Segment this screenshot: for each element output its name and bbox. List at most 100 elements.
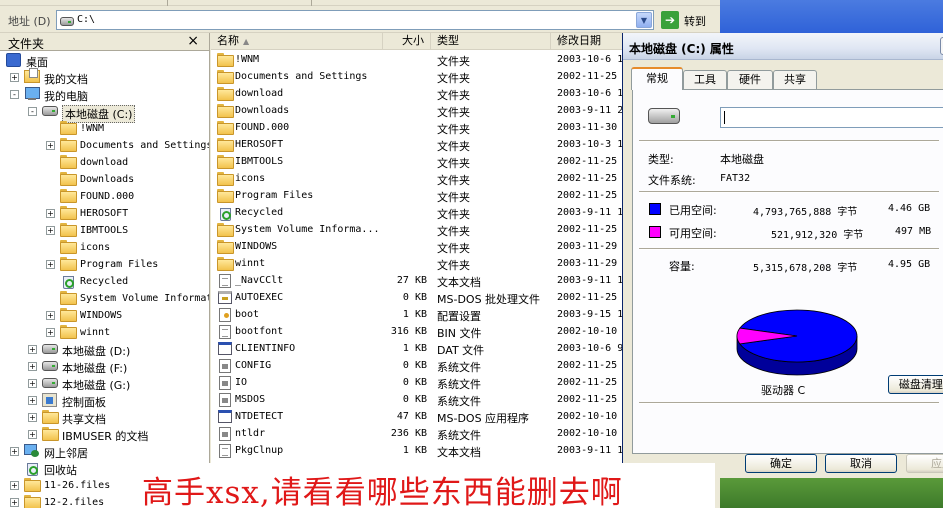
tree-item[interactable]: - 本地磁盘 (C:) (0, 103, 209, 123)
table-row[interactable]: CLIENTINFO 1 KB DAT 文件 2003-10-6 9 (211, 340, 622, 357)
collapse-icon[interactable]: - (10, 90, 19, 99)
bin-file-icon (219, 325, 231, 339)
tree-item[interactable]: + 共享文档 (0, 409, 209, 426)
tree-item[interactable]: + HEROSOFT (0, 205, 209, 222)
table-row[interactable]: AUTOEXEC 0 KB MS-DOS 批处理文件 2002-11-25 (211, 289, 622, 306)
table-row[interactable]: MSDOS 0 KB 系统文件 2002-11-25 (211, 391, 622, 408)
address-input[interactable]: C:\ ▼ (56, 10, 654, 30)
close-icon[interactable]: × (187, 33, 199, 49)
tree-item[interactable]: Recycled (0, 273, 209, 290)
tree-item[interactable]: download (0, 154, 209, 171)
table-row[interactable]: !WNM 文件夹 2003-10-6 1 (211, 51, 622, 68)
expand-icon[interactable]: + (10, 481, 19, 490)
expand-icon[interactable]: + (46, 260, 55, 269)
tree-item[interactable]: + 本地磁盘 (G:) (0, 375, 209, 392)
expand-icon[interactable]: + (46, 209, 55, 218)
tree-item[interactable]: + IBMUSER 的文档 (0, 426, 209, 443)
table-row[interactable]: download 文件夹 2003-10-6 1 (211, 85, 622, 102)
tree-item[interactable]: + Documents and Settings (0, 137, 209, 154)
expand-icon[interactable]: + (10, 73, 19, 82)
file-icon (217, 70, 234, 84)
tree-item-label: download (80, 157, 129, 168)
ok-button[interactable]: 确定 (745, 454, 817, 473)
expand-icon[interactable]: + (46, 226, 55, 235)
column-header-size[interactable]: 大小 (383, 33, 431, 50)
system-file-icon (219, 393, 231, 407)
table-row[interactable]: Downloads 文件夹 2003-9-11 2 (211, 102, 622, 119)
expand-icon[interactable]: + (46, 311, 55, 320)
dialog-title-bar[interactable]: 本地磁盘 (C:) 属性 (623, 33, 943, 60)
table-row[interactable]: NTDETECT 47 KB MS-DOS 应用程序 2002-10-10 (211, 408, 622, 425)
expand-icon[interactable]: + (28, 396, 37, 405)
table-row[interactable]: Documents and Settings 文件夹 2002-11-25 (211, 68, 622, 85)
table-row[interactable]: PkgClnup 1 KB 文本文档 2003-9-11 1 (211, 442, 622, 459)
file-size: 27 KB (396, 275, 427, 286)
expand-icon[interactable]: + (10, 498, 19, 507)
tree-item[interactable]: + 控制面板 (0, 392, 209, 409)
table-row[interactable]: IBMTOOLS 文件夹 2002-11-25 (211, 153, 622, 170)
table-row[interactable]: System Volume Informa... 文件夹 2002-11-25 (211, 221, 622, 238)
table-row[interactable]: FOUND.000 文件夹 2003-11-30 (211, 119, 622, 136)
tree-item[interactable]: + 本地磁盘 (F:) (0, 358, 209, 375)
tree-item-icon (42, 376, 58, 390)
go-button[interactable]: ➔ 转到 (661, 10, 717, 30)
table-row[interactable]: HEROSOFT 文件夹 2003-10-3 1 (211, 136, 622, 153)
expand-icon[interactable]: + (28, 413, 37, 422)
expand-icon[interactable]: + (46, 328, 55, 337)
table-row[interactable]: boot 1 KB 配置设置 2003-9-15 1 (211, 306, 622, 323)
file-icon (217, 121, 234, 135)
file-icon (217, 257, 234, 271)
tree-item[interactable]: + 我的文档 (0, 68, 209, 86)
cancel-button[interactable]: 取消 (825, 454, 897, 473)
file-name: MSDOS (235, 394, 266, 405)
table-row[interactable]: icons 文件夹 2002-11-25 (211, 170, 622, 187)
tab-general[interactable]: 常规 (631, 67, 683, 90)
tree-item[interactable]: + Program Files (0, 256, 209, 273)
collapse-icon[interactable]: - (28, 107, 37, 116)
table-row[interactable]: bootfont 316 KB BIN 文件 2002-10-10 (211, 323, 622, 340)
chevron-down-icon[interactable]: ▼ (636, 12, 652, 28)
folder-icon (217, 240, 234, 254)
table-row[interactable]: Recycled 文件夹 2003-9-11 1 (211, 204, 622, 221)
expand-icon[interactable]: + (10, 447, 19, 456)
file-type: 文件夹 (437, 106, 470, 119)
tree-item[interactable]: + WINDOWS (0, 307, 209, 324)
table-row[interactable]: CONFIG 0 KB 系统文件 2002-11-25 (211, 357, 622, 374)
tree-item[interactable]: icons (0, 239, 209, 256)
tree-item[interactable]: + winnt (0, 324, 209, 341)
column-header-size-label: 大小 (402, 34, 424, 47)
table-row[interactable]: _NavCClt 27 KB 文本文档 2003-9-11 1 (211, 272, 622, 289)
tree-item[interactable]: + IBMTOOLS (0, 222, 209, 239)
tree-item[interactable]: - 我的电脑 (0, 86, 209, 103)
file-type: 文件夹 (437, 157, 470, 170)
expand-icon[interactable]: + (28, 345, 37, 354)
table-row[interactable]: Program Files 文件夹 2002-11-25 (211, 187, 622, 204)
tab-sharing[interactable]: 共享 (773, 70, 817, 89)
tree-item[interactable]: + 本地磁盘 (D:) (0, 341, 209, 358)
tab-tools[interactable]: 工具 (683, 70, 727, 89)
tree-item[interactable]: FOUND.000 (0, 188, 209, 205)
tree-item[interactable]: !WNM (0, 120, 209, 137)
expand-icon[interactable]: + (28, 430, 37, 439)
tree-item[interactable]: Downloads (0, 171, 209, 188)
my-computer-icon (24, 87, 40, 101)
table-row[interactable]: IO 0 KB 系统文件 2002-11-25 (211, 374, 622, 391)
apply-button[interactable]: 应用 (906, 454, 943, 473)
table-row[interactable]: WINDOWS 文件夹 2003-11-29 (211, 238, 622, 255)
folder-icon (60, 138, 77, 152)
column-header-date[interactable]: 修改日期 (551, 33, 622, 50)
disk-cleanup-button[interactable]: 磁盘清理( (888, 375, 943, 394)
expand-icon[interactable]: + (28, 379, 37, 388)
file-size: 1 KB (402, 445, 427, 456)
expand-icon[interactable]: + (46, 141, 55, 150)
column-header-name[interactable]: 名称 ▲ (211, 33, 383, 50)
tab-hardware[interactable]: 硬件 (727, 70, 773, 89)
expand-icon[interactable]: + (28, 362, 37, 371)
tree-item[interactable]: System Volume Information (0, 290, 209, 307)
tree-item[interactable]: 桌面 (0, 52, 209, 69)
volume-label-input[interactable] (720, 107, 943, 128)
table-row[interactable]: ntldr 236 KB 系统文件 2002-10-10 (211, 425, 622, 442)
table-row[interactable]: winnt 文件夹 2003-11-29 (211, 255, 622, 272)
column-header-type[interactable]: 类型 (431, 33, 551, 50)
tree-item[interactable]: + 网上邻居 (0, 443, 209, 460)
